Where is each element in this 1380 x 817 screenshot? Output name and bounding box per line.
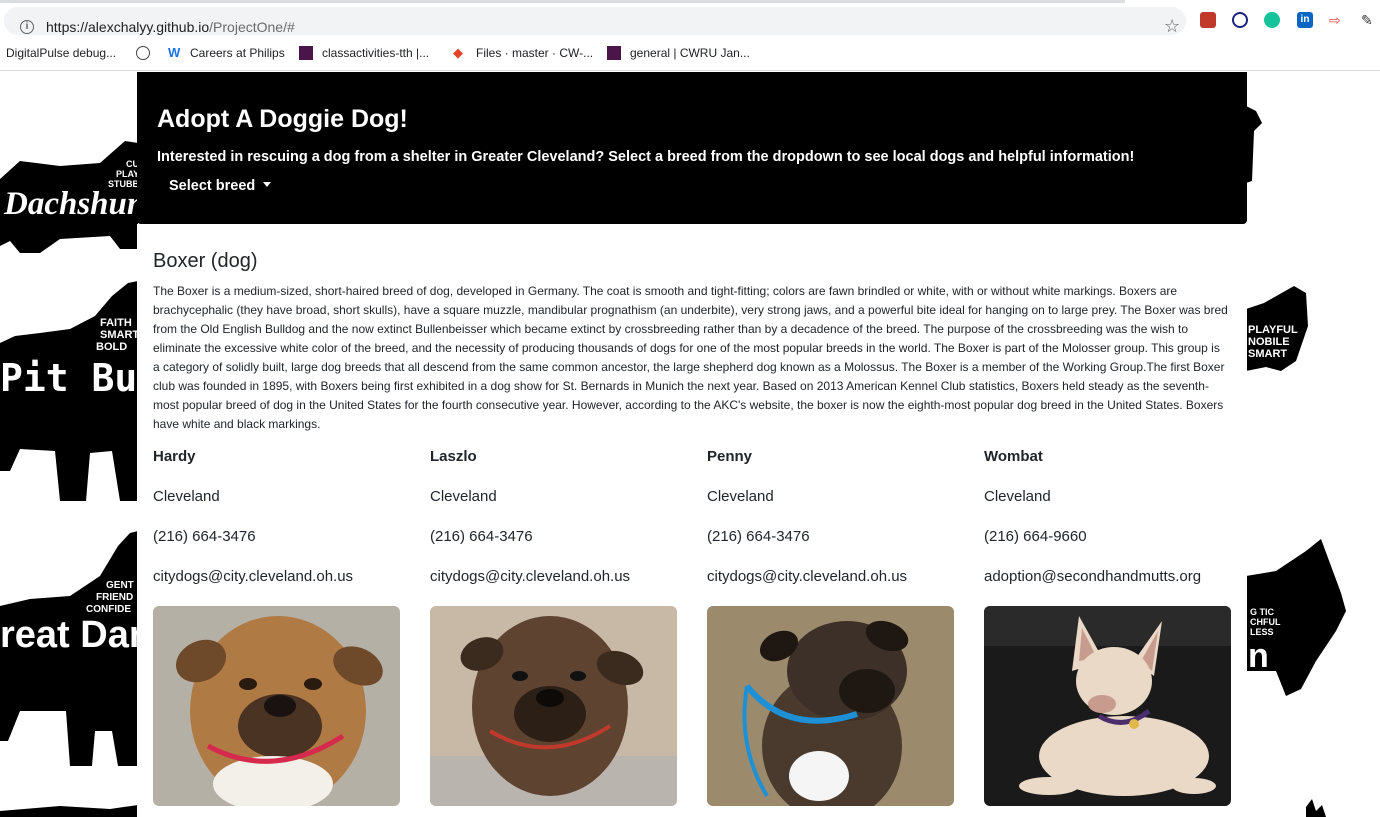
bg-trait: FAITH [100,317,132,329]
breed-description: The Boxer is a medium-sized, short-haire… [153,284,1228,431]
dog-email: citydogs@city.cleveland.oh.us [430,568,631,585]
bg-word-pit-bull: Pit Bull [0,356,138,400]
bg-trait: G TIC [1250,607,1274,617]
dog-card-hardy: Hardy Cleveland (216) 664-3476 citydogs@… [153,448,400,806]
gitlab-icon: ◆ [453,45,463,60]
bookmark-philips[interactable]: Careers at Philips [190,46,285,60]
bg-trait: CHFUL [1250,617,1281,627]
dog-card-wombat: Wombat Cleveland (216) 664-9660 adoption… [984,448,1231,806]
slack-icon [299,46,313,60]
tab-strip-edge [0,0,1125,3]
hero-banner: Adopt A Doggie Dog! Interested in rescui… [137,72,1247,224]
browser-address-bar: i https://alexchalyy.github.io/ProjectOn… [0,0,1380,40]
select-breed-label: Select breed [169,178,256,194]
dog-email: adoption@secondhandmutts.org [984,568,1202,585]
dog-city: Cleveland [153,488,220,505]
grammarly-icon[interactable] [1264,12,1280,28]
select-breed-dropdown[interactable]: Select breed [169,178,272,194]
bg-trait: PLAY [116,169,138,179]
dog-card-laszlo: Laszlo Cleveland (216) 664-3476 citydogs… [430,448,677,806]
bg-trait: NOBILE [1248,336,1290,348]
bookmark-files[interactable]: Files · master · CW-... [476,46,593,60]
dog-silhouettes-left: Dachshun CU PLAY STUBBO Pit Bull FAITH S… [0,141,138,817]
bg-word-great-dane: reat Dane [0,614,138,656]
bookmarks-bar: DigitalPulse debug... Careers at Philips… [0,40,1380,71]
url-field[interactable]: i https://alexchalyy.github.io/ProjectOn… [4,7,1186,37]
breed-title: Boxer (dog) [153,250,258,272]
url-path: /ProjectOne/# [209,19,295,35]
caret-down-icon [263,182,272,187]
page-subtitle: Interested in rescuing a dog from a shel… [157,149,1135,165]
dog-email: citydogs@city.cleveland.oh.us [153,568,354,585]
dog-photo-hardy[interactable] [153,606,400,806]
page-viewport: Dachshun CU PLAY STUBBO Pit Bull FAITH S… [0,71,1380,817]
breed-info-section: Boxer (dog) The Boxer is a medium-sized,… [137,224,1247,817]
bg-trait: SMART [100,329,138,341]
dog-name: Laszlo [430,448,477,465]
bg-trait: BOLD [96,341,127,353]
bookmark-star-icon[interactable]: ☆ [1164,16,1180,37]
bg-trait: LESS [1250,627,1274,637]
page-title: Adopt A Doggie Dog! [157,105,408,133]
bg-word-right: n [1248,637,1269,675]
bg-trait: GENT [106,580,134,591]
bg-word-dachshund: Dachshun [3,186,138,222]
bookmark-classactivities[interactable]: classactivities-tth |... [322,46,429,60]
dog-phone: (216) 664-3476 [153,528,256,545]
philips-logo-icon: W [168,45,181,60]
dog-city: Cleveland [984,488,1051,505]
dog-photo-laszlo[interactable] [430,606,677,806]
dog-name: Penny [707,448,753,465]
dog-email: citydogs@city.cleveland.oh.us [707,568,908,585]
extension-red-icon[interactable] [1200,12,1216,28]
bg-trait: STUBBO [108,179,138,189]
slack-icon-2 [607,46,621,60]
url-host: https://alexchalyy.github.io [46,19,210,35]
globe-icon [136,46,150,60]
dog-phone: (216) 664-3476 [430,528,533,545]
dog-phone: (216) 664-9660 [984,528,1087,545]
extension-play-icon[interactable] [1232,12,1248,28]
linkedin-icon[interactable]: in [1297,12,1313,28]
bookmark-general[interactable]: general | CWRU Jan... [630,46,750,60]
dog-photo-penny[interactable] [707,606,954,806]
bg-trait: PLAYFUL [1248,324,1298,336]
bg-trait: SMART [1248,348,1287,360]
dog-phone: (216) 664-3476 [707,528,810,545]
info-icon[interactable]: i [20,20,34,34]
bookmark-digitalpulse[interactable]: DigitalPulse debug... [6,46,116,60]
bg-trait: CONFIDE [86,604,131,615]
extension-pen-icon[interactable]: ✎ [1361,12,1377,28]
url-text[interactable]: https://alexchalyy.github.io/ProjectOne/… [46,19,295,35]
dog-name: Wombat [984,448,1043,465]
bg-trait: FRIEND [96,592,133,603]
dog-card-penny: Penny Cleveland (216) 664-3476 citydogs@… [707,448,954,806]
dog-city: Cleveland [707,488,774,505]
dog-photo-wombat[interactable] [984,606,1231,806]
extension-arrow-icon[interactable]: ⇨ [1329,12,1345,28]
dog-city: Cleveland [430,488,497,505]
dog-silhouettes-right: PLAYFUL NOBILE SMART G TIC CHFUL LESS n [1246,106,1346,817]
dog-name: Hardy [153,448,196,465]
